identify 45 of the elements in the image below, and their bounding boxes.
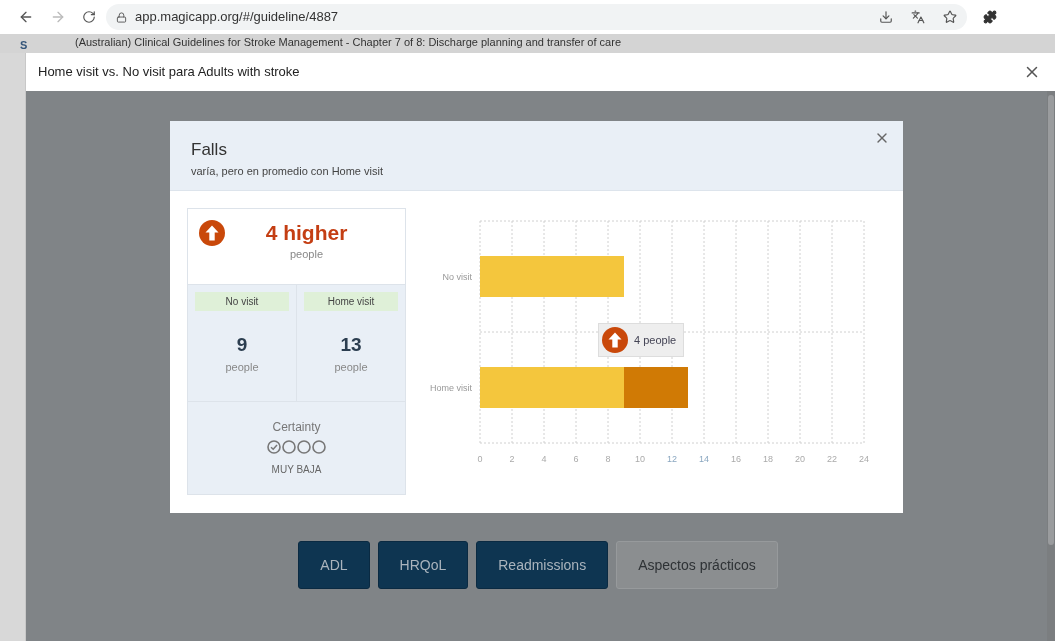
bookmark-star-icon[interactable] [943,10,957,24]
download-icon[interactable] [879,10,893,24]
tick-label: 18 [763,454,773,464]
address-bar[interactable]: app.magicapp.org/#/guideline/4887 [106,4,967,30]
guideline-title: (Australian) Clinical Guidelines for Stroke Management - Chapter 7 of 8: Discharge planning and transfer of care [75,35,621,50]
effect-unit: people [289,247,323,262]
tick-label: 0 [477,454,483,464]
lock-icon [116,11,127,23]
dialog-title: Falls [191,139,228,161]
tick-label: 20 [795,454,805,464]
outcome-button[interactable]: HRQoL [377,541,469,589]
outcome-button[interactable]: Readmissions [476,541,609,589]
tick-label: 12 [667,454,677,464]
outcome-button[interactable]: Aspectos prácticos [616,541,778,589]
tick-label: 24 [859,454,869,464]
tick-label: 2 [509,454,515,464]
certainty-label: Certainty [272,419,321,436]
translate-icon[interactable] [911,10,925,24]
tick-label: 22 [827,454,837,464]
tick-label: 10 [635,454,645,464]
extensions-icon[interactable] [983,10,997,24]
group-label: Home visit [304,292,398,311]
scrollbar[interactable] [1047,91,1055,641]
tooltip-text: 4 people [634,332,677,348]
tick-label: 14 [699,454,709,464]
effect-value: 4 higher [265,222,348,243]
dialog-subtitle: varía, pero en promedio con Home visit [191,164,384,180]
group-unit: people [334,360,368,375]
url-text: app.magicapp.org/#/guideline/4887 [135,8,340,27]
modal-title: Home visit vs. No visit para Adults with stroke [38,63,301,82]
group-label: No visit [195,292,289,311]
group-value: 9 [236,335,248,354]
page-letter: S [19,38,26,53]
outcome-button[interactable]: ADL [298,541,370,589]
certainty-rating: MUY BAJA [271,463,322,477]
back-icon[interactable] [18,9,34,25]
group-unit: people [225,360,259,375]
tick-label: 8 [605,454,611,464]
tick-label: 6 [573,454,579,464]
reload-icon[interactable] [82,10,96,24]
group-value: 13 [340,335,362,354]
tick-label: 4 [541,454,547,464]
category-label: No visit [442,271,472,282]
tick-label: 16 [731,454,741,464]
category-label: Home visit [430,382,472,393]
